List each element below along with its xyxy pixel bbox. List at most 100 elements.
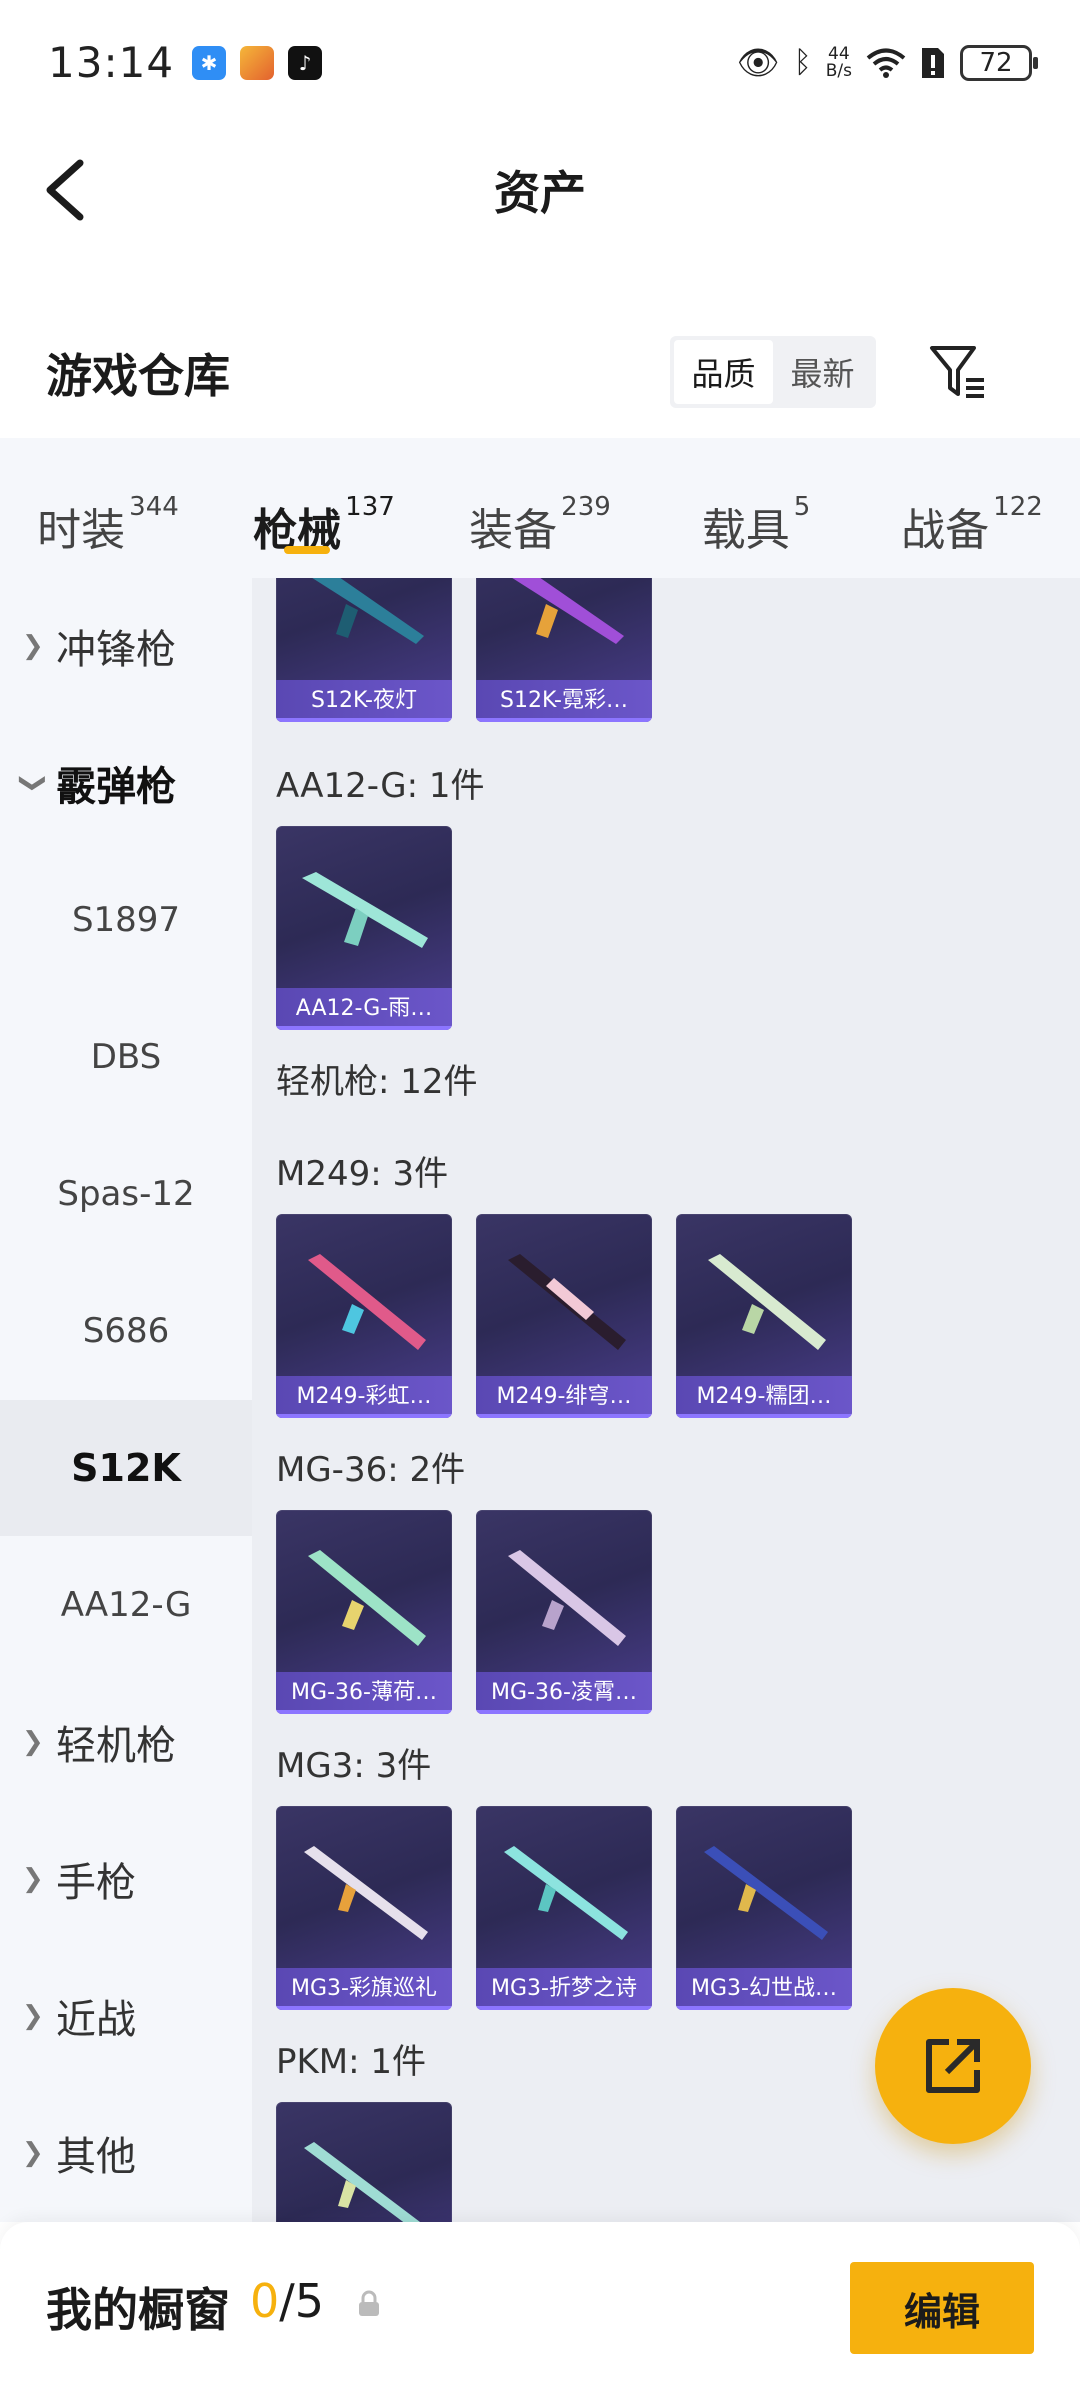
weapon-card-name: M249-绯穹… <box>476 1376 652 1418</box>
category-tabs: 时装 344 枪械 137 装备 239 载具 5 战备 122 <box>0 438 1080 578</box>
bluetooth-icon: ᛒ <box>793 45 812 80</box>
active-tab-indicator <box>284 546 330 554</box>
sidebar-item-s1897[interactable]: S1897 <box>0 852 252 988</box>
sidebar-item-shotgun[interactable]: ❯ 霰弹枪 <box>0 715 252 851</box>
sidebar-item-other[interactable]: ❯ 其他 <box>0 2085 252 2221</box>
tab-label: 载具 <box>701 505 790 556</box>
showcase-total: /5 <box>279 2274 325 2328</box>
edit-button[interactable]: 编辑 <box>850 2262 1034 2354</box>
showcase-title: 我的橱窗 <box>46 2283 230 2337</box>
sidebar-item-label: 近战 <box>56 1997 136 2043</box>
sidebar-item-smg[interactable]: ❯ 冲锋枪 <box>0 578 252 714</box>
shotgun-skin-image <box>512 578 624 644</box>
tab-count: 5 <box>793 492 811 522</box>
page-title: 资产 <box>494 166 586 220</box>
weapon-type-sidebar: ❯ 冲锋枪 ❯ 霰弹枪 S1897 DBS Spas-12 S686 S12K … <box>0 578 252 2222</box>
lmg-skin-image <box>508 1254 626 1350</box>
weapon-card-name: M249-糯团… <box>676 1376 852 1418</box>
weapon-card-name: MG3-折梦之诗 <box>476 1968 652 2010</box>
tab-count: 239 <box>561 492 611 522</box>
section-label: M249: 3件 <box>276 1154 449 1194</box>
chevron-right-icon: ❯ <box>22 2138 44 2168</box>
back-button[interactable] <box>40 155 100 225</box>
sidebar-item-lmg[interactable]: ❯ 轻机枪 <box>0 1674 252 1810</box>
status-bar: 13:14 ✱ ♪ 👁 ᛒ 44 B/s 72 <box>0 0 1080 125</box>
weapon-card-name: MG-36-薄荷… <box>276 1672 452 1714</box>
net-speed-unit: B/s <box>825 60 852 81</box>
tab-fashion[interactable]: 时装 344 <box>0 458 216 558</box>
weapon-card[interactable]: MG-36-凌霄… <box>476 1510 652 1714</box>
bluetooth-app-icon: ✱ <box>192 45 227 80</box>
sidebar-item-spas12[interactable]: Spas-12 <box>0 1126 252 1262</box>
section-label: MG3: 3件 <box>276 1746 432 1786</box>
sidebar-item-label: 手枪 <box>56 1860 136 1906</box>
tab-label: 时装 <box>37 505 126 556</box>
status-indicators: 👁 ᛒ 44 B/s 72 <box>736 42 1038 83</box>
lmg-skin-image <box>304 1846 428 1940</box>
sidebar-item-label: 轻机枪 <box>56 1723 176 1769</box>
tab-vehicles[interactable]: 载具 5 <box>648 458 864 558</box>
tab-firearms[interactable]: 枪械 137 <box>216 458 432 558</box>
eye-icon: 👁 <box>736 42 780 83</box>
game-app-icon <box>240 45 275 80</box>
lmg-skin-image <box>308 1254 426 1350</box>
tab-label: 装备 <box>469 505 558 556</box>
sim-alert-icon <box>922 47 944 78</box>
sidebar-item-melee[interactable]: ❯ 近战 <box>0 1948 252 2084</box>
weapon-card[interactable]: MG3-折梦之诗 <box>476 1806 652 2010</box>
weapon-card[interactable]: S12K-夜灯 <box>276 578 452 722</box>
wifi-icon <box>866 48 906 78</box>
weapon-card-name: S12K-夜灯 <box>276 680 452 722</box>
sort-toggle: 品质 最新 <box>670 336 876 408</box>
sort-quality-option[interactable]: 品质 <box>674 340 773 404</box>
network-speed: 44 B/s <box>825 43 852 81</box>
weapon-card[interactable]: MG3-彩旗巡礼 <box>276 1806 452 2010</box>
section-label: AA12-G: 1件 <box>276 766 485 806</box>
filter-icon[interactable] <box>926 340 990 404</box>
weapon-card-name: MG-36-凌霄… <box>476 1672 652 1714</box>
weapon-card[interactable]: S12K-霓彩… <box>476 578 652 722</box>
sidebar-item-label: 其他 <box>56 2134 136 2180</box>
page-header: 资产 <box>0 125 1080 255</box>
sidebar-item-s686[interactable]: S686 <box>0 1263 252 1399</box>
weapon-card[interactable]: MG-36-薄荷… <box>276 1510 452 1714</box>
tab-equipment[interactable]: 装备 239 <box>432 458 648 558</box>
sidebar-item-label: 冲锋枪 <box>56 627 176 673</box>
tab-label: 战备 <box>901 505 990 556</box>
shotgun-skin-image <box>302 872 428 948</box>
weapon-card[interactable]: M249-绯穹… <box>476 1214 652 1418</box>
weapon-card-name: M249-彩虹… <box>276 1376 452 1418</box>
lmg-skin-image <box>304 2142 421 2222</box>
sidebar-item-label: 霰弹枪 <box>56 764 176 810</box>
lock-icon <box>359 2290 379 2316</box>
weapon-card[interactable]: M249-彩虹… <box>276 1214 452 1418</box>
sidebar-item-s12k[interactable]: S12K <box>0 1400 252 1536</box>
net-speed-value: 44 <box>828 43 850 64</box>
section-label: 轻机枪: 12件 <box>276 1062 478 1102</box>
weapon-card[interactable] <box>276 2102 452 2222</box>
lmg-skin-image <box>508 1550 626 1646</box>
sidebar-item-pistol[interactable]: ❯ 手枪 <box>0 1811 252 1947</box>
weapon-grid: S12K-夜灯 S12K-霓彩… AA12-G: 1件 AA12-G-雨… 轻机… <box>252 578 1080 2222</box>
tiktok-app-icon: ♪ <box>288 45 323 80</box>
sidebar-item-dbs[interactable]: DBS <box>0 989 252 1125</box>
chevron-right-icon: ❯ <box>22 631 44 661</box>
chevron-down-icon: ❯ <box>17 772 48 794</box>
sidebar-item-aa12g[interactable]: AA12-G <box>0 1537 252 1673</box>
share-button[interactable] <box>875 1988 1031 2144</box>
lmg-skin-image <box>704 1846 828 1940</box>
weapon-card[interactable]: MG3-幻世战… <box>676 1806 852 2010</box>
chevron-right-icon: ❯ <box>22 1864 44 1894</box>
sort-latest-option[interactable]: 最新 <box>773 340 872 404</box>
weapon-card-name: S12K-霓彩… <box>476 680 652 722</box>
battery-indicator: 72 <box>960 44 1038 81</box>
tab-supplies[interactable]: 战备 122 <box>864 458 1080 558</box>
weapon-card[interactable]: M249-糯团… <box>676 1214 852 1418</box>
tab-count: 344 <box>129 492 179 522</box>
weapon-card[interactable]: AA12-G-雨… <box>276 826 452 1030</box>
share-export-icon <box>926 2039 980 2093</box>
lmg-skin-image <box>708 1254 826 1350</box>
section-label: MG-36: 2件 <box>276 1450 466 1490</box>
tab-count: 122 <box>993 492 1043 522</box>
weapon-card-name: MG3-幻世战… <box>676 1968 852 2010</box>
